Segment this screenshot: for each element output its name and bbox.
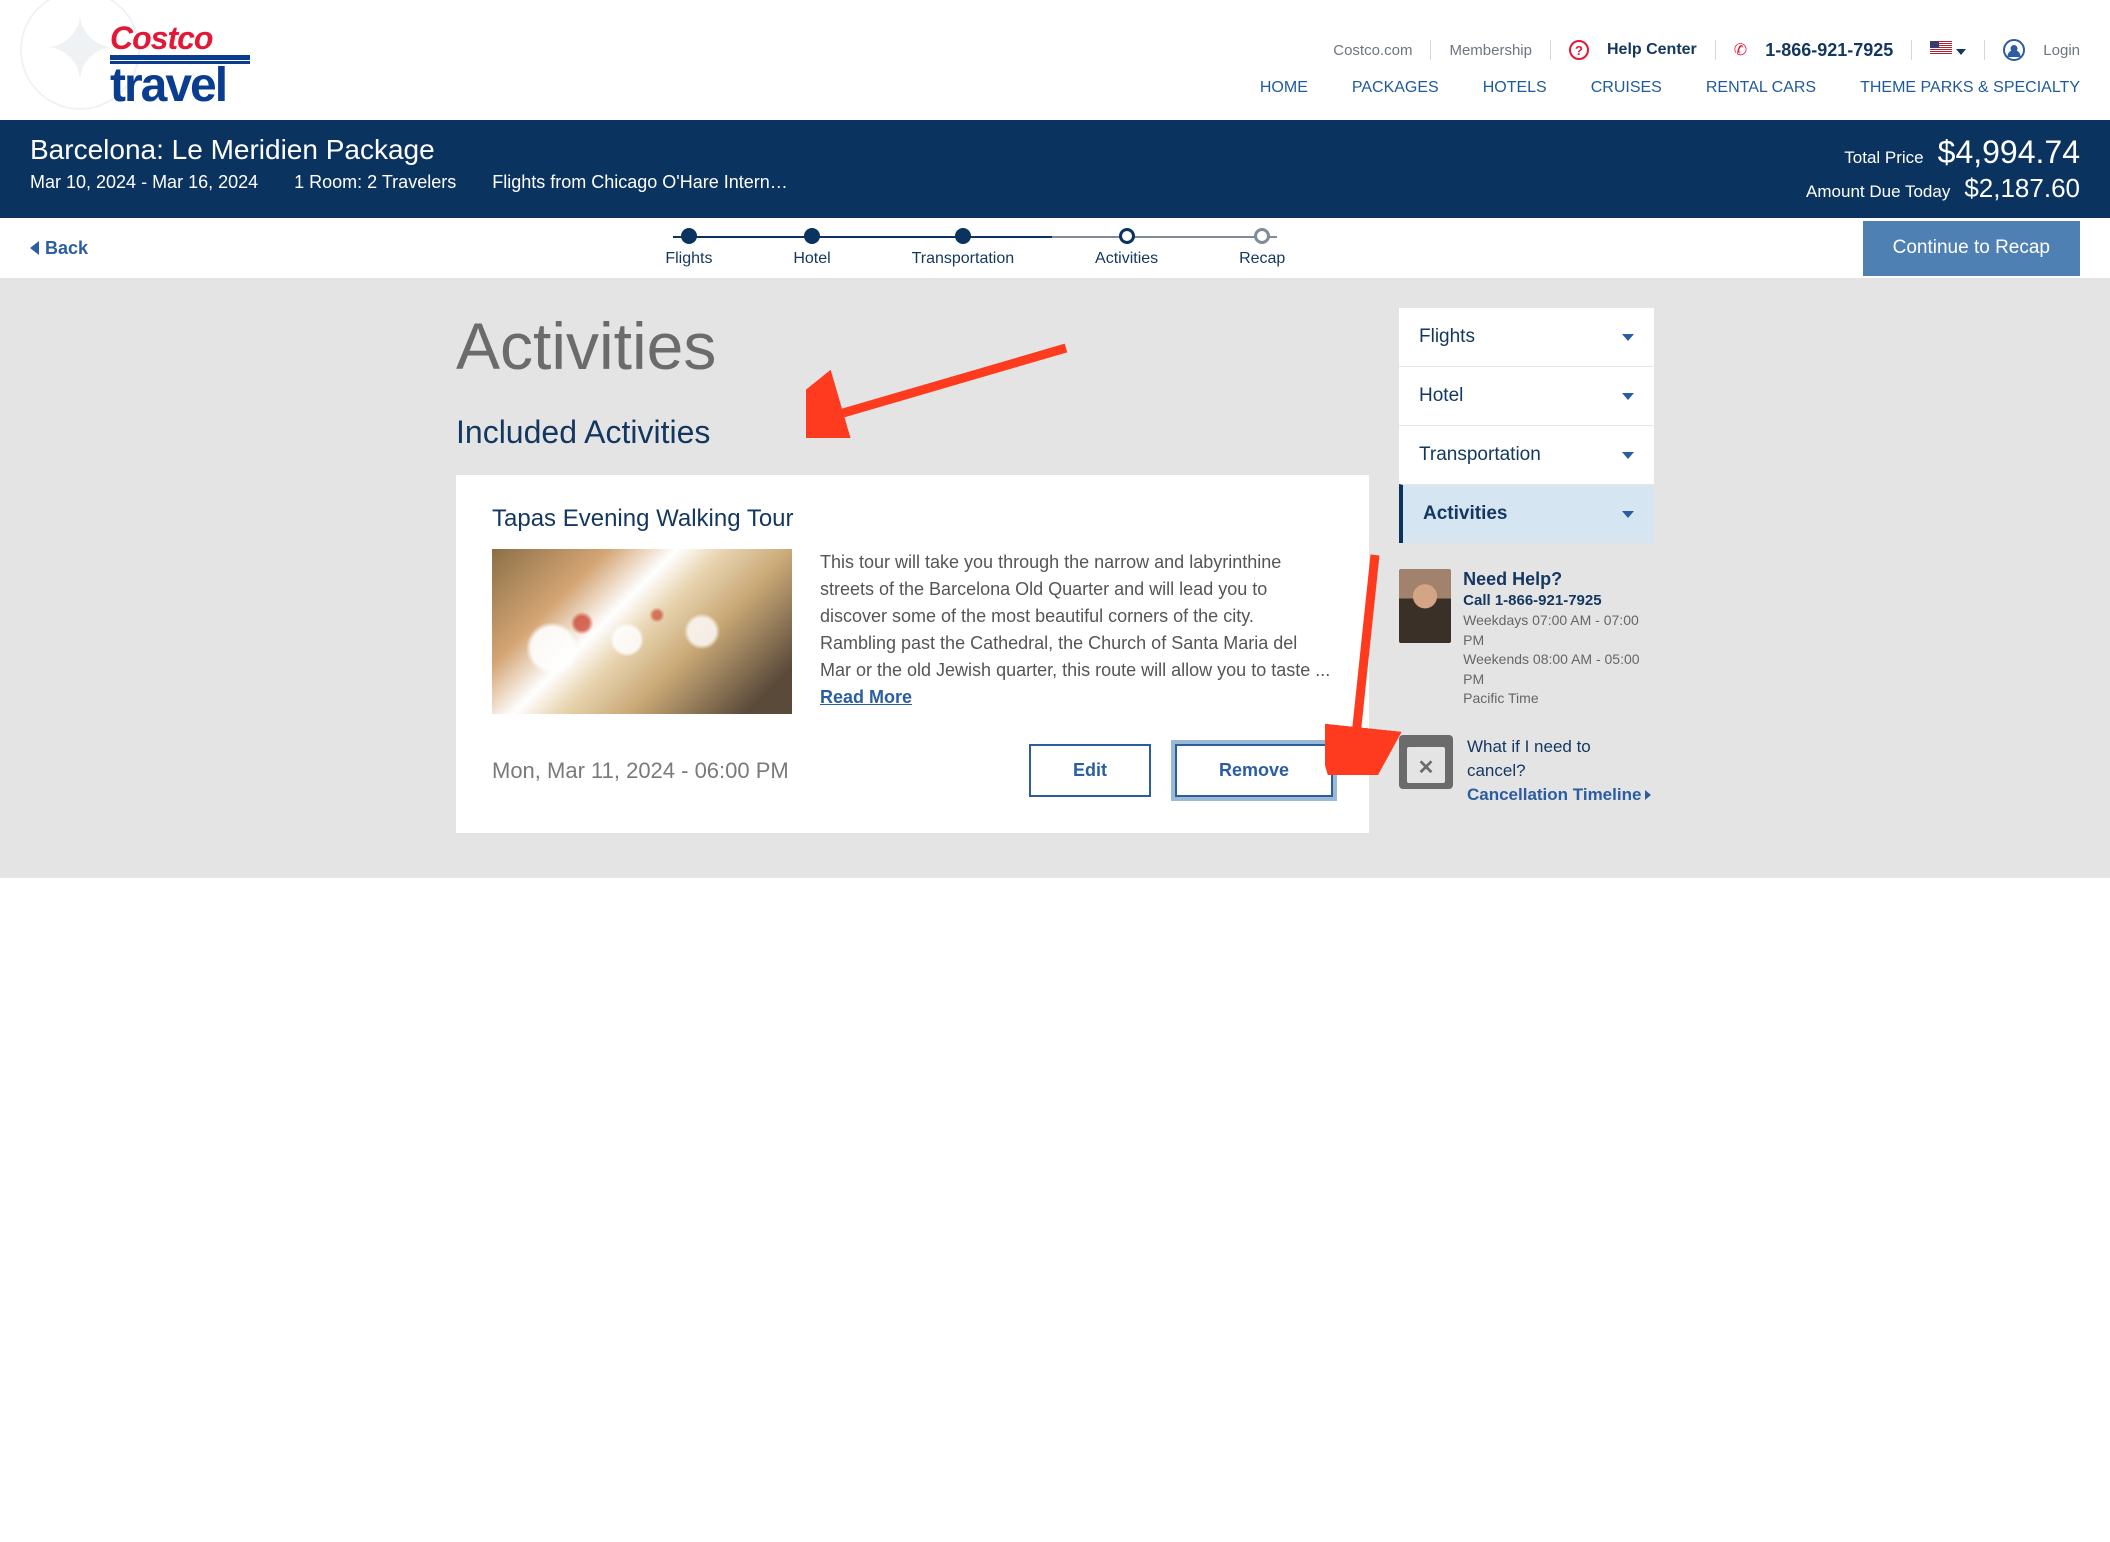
sidebar-item-transportation[interactable]: Transportation — [1399, 425, 1654, 484]
activity-title: Tapas Evening Walking Tour — [492, 505, 1333, 533]
help-center-link[interactable]: Help Center — [1607, 41, 1697, 59]
sidebar-item-label: Flights — [1419, 326, 1475, 348]
sidebar-item-label: Hotel — [1419, 385, 1463, 407]
remove-button[interactable]: Remove — [1175, 744, 1333, 797]
read-more-link[interactable]: Read More — [820, 687, 912, 707]
locale-selector[interactable] — [1930, 41, 1966, 59]
chevron-down-icon — [1622, 452, 1634, 459]
activity-image — [492, 549, 792, 714]
need-help-block: Need Help? Call 1-866-921-7925 Weekdays … — [1399, 569, 1654, 709]
sidebar-accordion: Flights Hotel Transportation Activities — [1399, 308, 1654, 543]
total-price-label: Total Price — [1844, 148, 1923, 168]
nav-theme-parks[interactable]: THEME PARKS & SPECIALTY — [1860, 79, 2080, 97]
summary-bar: Barcelona: Le Meridien Package Mar 10, 2… — [0, 120, 2110, 218]
step-label: Recap — [1239, 250, 1285, 268]
caret-down-icon — [1956, 49, 1966, 55]
activity-date: Mon, Mar 11, 2024 - 06:00 PM — [492, 758, 789, 784]
membership-link[interactable]: Membership — [1449, 42, 1532, 59]
package-title: Barcelona: Le Meridien Package — [30, 134, 788, 166]
sidebar-item-flights[interactable]: Flights — [1399, 308, 1654, 366]
step-recap[interactable]: Recap — [1239, 228, 1285, 278]
help-phone[interactable]: Call 1-866-921-7925 — [1463, 590, 1654, 611]
help-hours-weekend: Weekends 08:00 AM - 05:00 PM — [1463, 650, 1654, 689]
avatar — [1399, 569, 1451, 643]
amount-due-label: Amount Due Today — [1806, 182, 1950, 202]
page-title: Activities — [456, 308, 1369, 384]
back-link[interactable]: Back — [30, 238, 88, 259]
logo[interactable]: ✦ Costco travel — [30, 10, 300, 120]
nav-home[interactable]: HOME — [1260, 79, 1308, 97]
step-hotel[interactable]: Hotel — [793, 228, 830, 278]
nav-rental-cars[interactable]: RENTAL CARS — [1706, 79, 1816, 97]
summary-rooms: 1 Room: 2 Travelers — [294, 172, 456, 193]
nav-packages[interactable]: PACKAGES — [1352, 79, 1439, 97]
nav-hotels[interactable]: HOTELS — [1483, 79, 1547, 97]
primary-nav: HOME PACKAGES HOTELS CRUISES RENTAL CARS… — [1260, 79, 2080, 97]
amount-due: $2,187.60 — [1964, 173, 2080, 204]
cancel-question: What if I need to cancel? — [1467, 735, 1654, 783]
chevron-left-icon — [30, 241, 39, 255]
section-title: Included Activities — [456, 414, 1369, 451]
activity-card: Tapas Evening Walking Tour This tour wil… — [456, 475, 1369, 833]
chevron-right-icon — [1645, 790, 1651, 800]
cancellation-timeline-link[interactable]: Cancellation Timeline — [1467, 783, 1654, 807]
help-hours-weekday: Weekdays 07:00 AM - 07:00 PM — [1463, 611, 1654, 650]
help-icon: ? — [1569, 40, 1589, 60]
activity-description: This tour will take you through the narr… — [820, 549, 1333, 714]
chevron-down-icon — [1622, 334, 1634, 341]
total-price: $4,994.74 — [1938, 134, 2080, 171]
chevron-down-icon — [1622, 393, 1634, 400]
step-label: Transportation — [912, 250, 1015, 268]
annotation-arrow-icon — [1325, 545, 1405, 775]
us-flag-icon — [1930, 41, 1952, 55]
step-label: Activities — [1095, 250, 1158, 268]
back-label: Back — [45, 238, 88, 259]
step-label: Hotel — [793, 250, 830, 268]
continue-button[interactable]: Continue to Recap — [1863, 221, 2080, 276]
help-tz: Pacific Time — [1463, 689, 1654, 709]
step-transportation[interactable]: Transportation — [912, 228, 1015, 278]
sidebar-item-label: Activities — [1423, 503, 1507, 525]
costco-link[interactable]: Costco.com — [1333, 42, 1412, 59]
step-activities[interactable]: Activities — [1095, 228, 1158, 278]
sidebar-item-hotel[interactable]: Hotel — [1399, 366, 1654, 425]
calendar-cancel-icon — [1399, 735, 1453, 789]
nav-cruises[interactable]: CRUISES — [1591, 79, 1662, 97]
summary-dates: Mar 10, 2024 - Mar 16, 2024 — [30, 172, 258, 193]
sidebar-item-label: Transportation — [1419, 444, 1541, 466]
need-help-title: Need Help? — [1463, 569, 1654, 590]
step-flights[interactable]: Flights — [665, 228, 712, 278]
edit-button[interactable]: Edit — [1029, 744, 1151, 797]
login-link[interactable]: Login — [2043, 42, 2080, 59]
step-label: Flights — [665, 250, 712, 268]
summary-flights: Flights from Chicago O'Hare Intern… — [492, 172, 788, 193]
cancel-block: What if I need to cancel? Cancellation T… — [1399, 735, 1654, 806]
phone-icon: ✆ — [1734, 40, 1747, 60]
phone-number[interactable]: 1-866-921-7925 — [1765, 40, 1893, 61]
chevron-down-icon — [1622, 511, 1634, 518]
person-icon — [2003, 39, 2025, 61]
sidebar-item-activities[interactable]: Activities — [1399, 484, 1654, 543]
